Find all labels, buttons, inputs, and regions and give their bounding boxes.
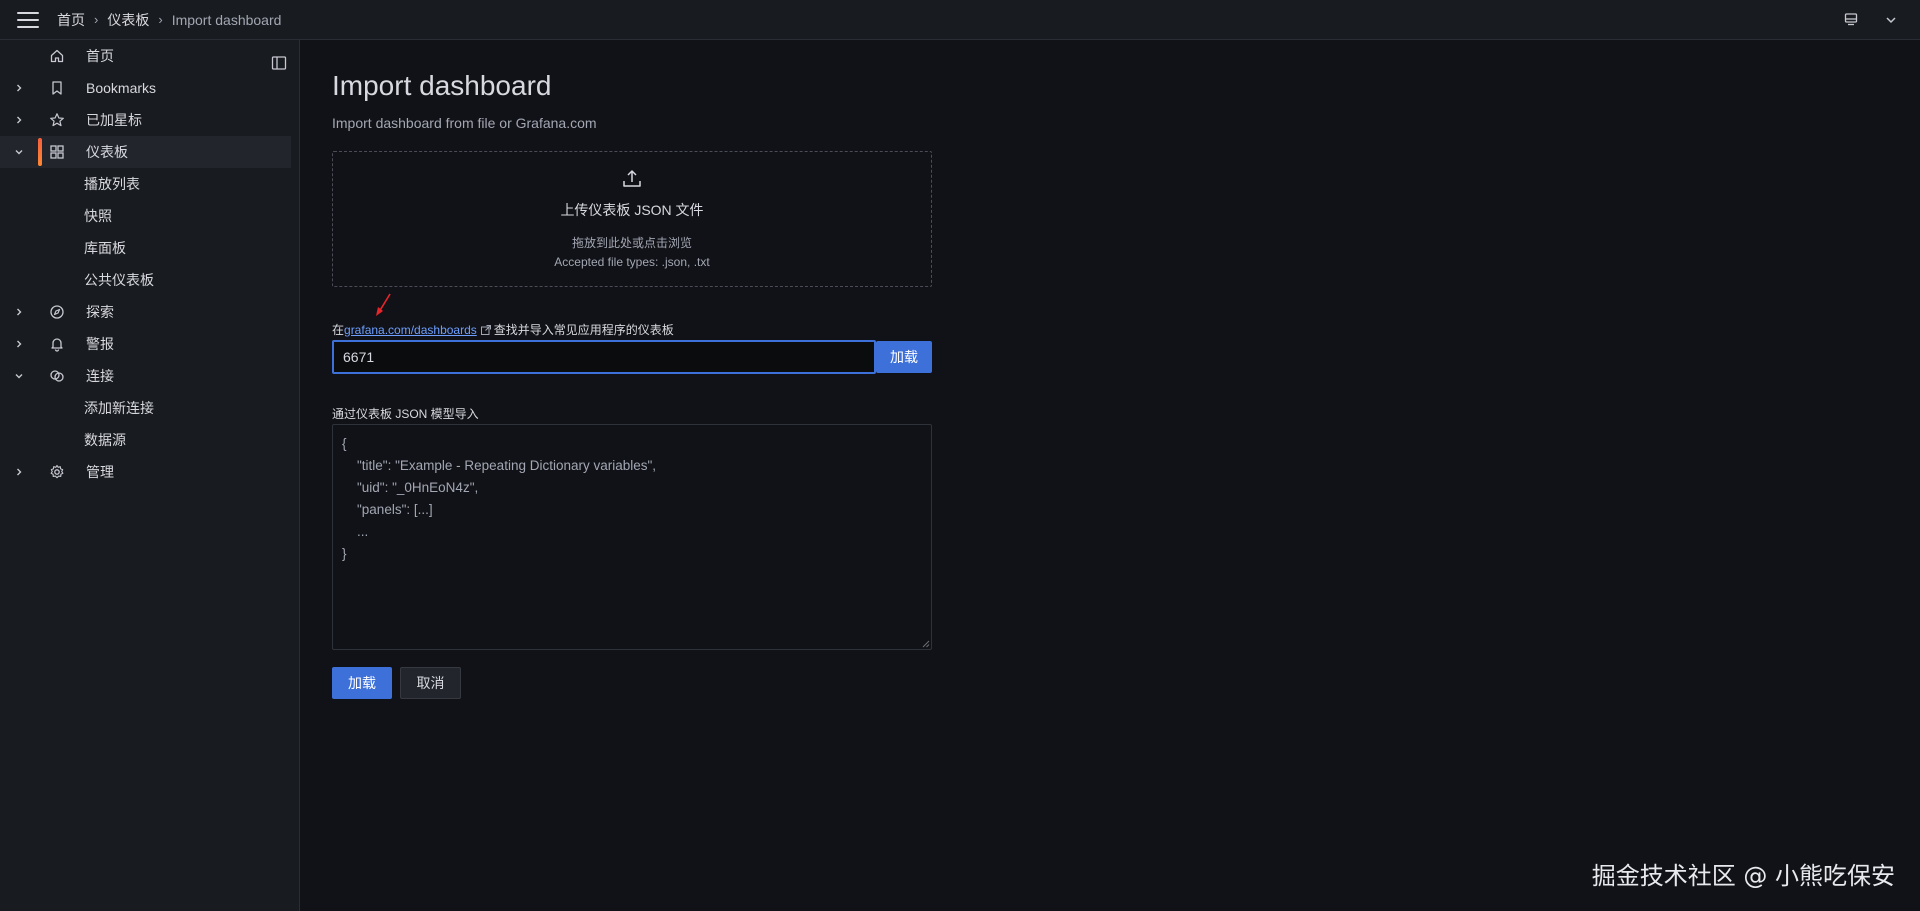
sidebar-item-add-connection[interactable]: 添加新连接 — [0, 392, 299, 424]
grafana-com-label: 在 grafana.com/dashboards 查找并导入常见应用程序的仪表板 — [332, 321, 674, 338]
upload-title: 上传仪表板 JSON 文件 — [560, 202, 704, 218]
sidebar-item-label: 仪表板 — [86, 144, 128, 160]
link-icon — [48, 368, 66, 384]
sidebar-item-explore[interactable]: 探索 — [0, 296, 299, 328]
breadcrumb-dashboards[interactable]: 仪表板 — [107, 10, 149, 30]
grafana-dashboard-id-input[interactable] — [332, 340, 876, 374]
external-link-icon[interactable] — [480, 324, 492, 336]
breadcrumb: 首页 › 仪表板 › Import dashboard — [57, 10, 281, 30]
sidebar: 首页 Bookmarks 已加星标 仪表板 播放列表 快照 库面板 公共仪表板 — [0, 40, 300, 911]
red-arrow-annotation-icon — [376, 293, 391, 316]
sidebar-item-connections[interactable]: 连接 — [0, 360, 299, 392]
sidebar-item-dashboards[interactable]: 仪表板 — [0, 136, 291, 168]
sidebar-item-public-dashboards[interactable]: 公共仪表板 — [0, 264, 299, 296]
json-model-textarea[interactable]: { "title": "Example - Repeating Dictiona… — [332, 424, 932, 650]
upload-accepted-types: Accepted file types: .json, .txt — [554, 255, 710, 269]
load-id-button[interactable]: 加载 — [876, 341, 932, 373]
chevron-right-icon[interactable] — [12, 307, 26, 317]
breadcrumb-home[interactable]: 首页 — [57, 10, 85, 30]
upload-dropzone[interactable]: 上传仪表板 JSON 文件 拖放到此处或点击浏览 Accepted file t… — [332, 151, 932, 287]
menu-toggle-icon[interactable] — [17, 11, 39, 28]
sidebar-item-data-sources[interactable]: 数据源 — [0, 424, 299, 456]
gear-icon — [48, 464, 66, 480]
bell-icon — [48, 336, 66, 352]
sidebar-item-starred[interactable]: 已加星标 — [0, 104, 299, 136]
sidebar-item-label: 已加星标 — [86, 112, 142, 128]
sidebar-item-label: 首页 — [86, 48, 114, 64]
chevron-right-icon[interactable] — [12, 339, 26, 349]
chevron-right-icon[interactable] — [12, 467, 26, 477]
sidebar-item-label: Bookmarks — [86, 80, 157, 96]
sidebar-item-library-panels[interactable]: 库面板 — [0, 232, 299, 264]
kiosk-monitor-icon[interactable] — [1842, 11, 1860, 29]
apps-icon — [48, 144, 66, 160]
breadcrumb-current: Import dashboard — [171, 11, 282, 28]
bookmark-icon — [48, 80, 66, 96]
upload-hint: 拖放到此处或点击浏览 — [571, 236, 692, 250]
resize-grip-icon[interactable] — [921, 639, 930, 648]
sidebar-item-label: 探索 — [86, 304, 114, 320]
sidebar-item-bookmarks[interactable]: Bookmarks — [0, 72, 299, 104]
sidebar-item-snapshots[interactable]: 快照 — [0, 200, 299, 232]
page-subtitle: Import dashboard from file or Grafana.co… — [332, 115, 597, 131]
star-icon — [48, 112, 66, 128]
page-title: Import dashboard — [332, 70, 552, 101]
cancel-button[interactable]: 取消 — [400, 667, 461, 699]
grafana-com-link[interactable]: grafana.com/dashboards — [344, 323, 477, 337]
breadcrumb-separator-icon: › — [94, 12, 99, 27]
sidebar-item-label: 连接 — [86, 368, 114, 384]
sidebar-item-label: 警报 — [86, 336, 114, 352]
sidebar-item-alerting[interactable]: 警报 — [0, 328, 299, 360]
watermark: 掘金技术社区 @ 小熊吃保安 — [1591, 862, 1895, 890]
sidebar-item-label: 管理 — [86, 464, 114, 480]
home-icon — [48, 48, 66, 64]
main-content: Import dashboard Import dashboard from f… — [301, 40, 1920, 911]
breadcrumb-separator-icon: › — [158, 12, 163, 27]
load-button[interactable]: 加载 — [332, 667, 392, 699]
chevron-down-icon[interactable] — [12, 147, 26, 157]
upload-icon — [623, 170, 641, 187]
compass-icon — [48, 304, 66, 320]
sidebar-item-home[interactable]: 首页 — [0, 40, 299, 72]
grafana-com-suffix: 查找并导入常见应用程序的仪表板 — [493, 323, 674, 337]
grafana-com-prefix: 在 — [332, 323, 345, 337]
chevron-down-icon[interactable] — [12, 371, 26, 381]
chevron-right-icon[interactable] — [12, 83, 26, 93]
chevron-down-icon[interactable] — [1882, 11, 1900, 29]
top-bar: 首页 › 仪表板 › Import dashboard — [0, 0, 1920, 40]
chevron-right-icon[interactable] — [12, 115, 26, 125]
json-model-label: 通过仪表板 JSON 模型导入 — [332, 407, 479, 421]
sidebar-item-playlists[interactable]: 播放列表 — [0, 168, 299, 200]
sidebar-item-administration[interactable]: 管理 — [0, 456, 299, 488]
